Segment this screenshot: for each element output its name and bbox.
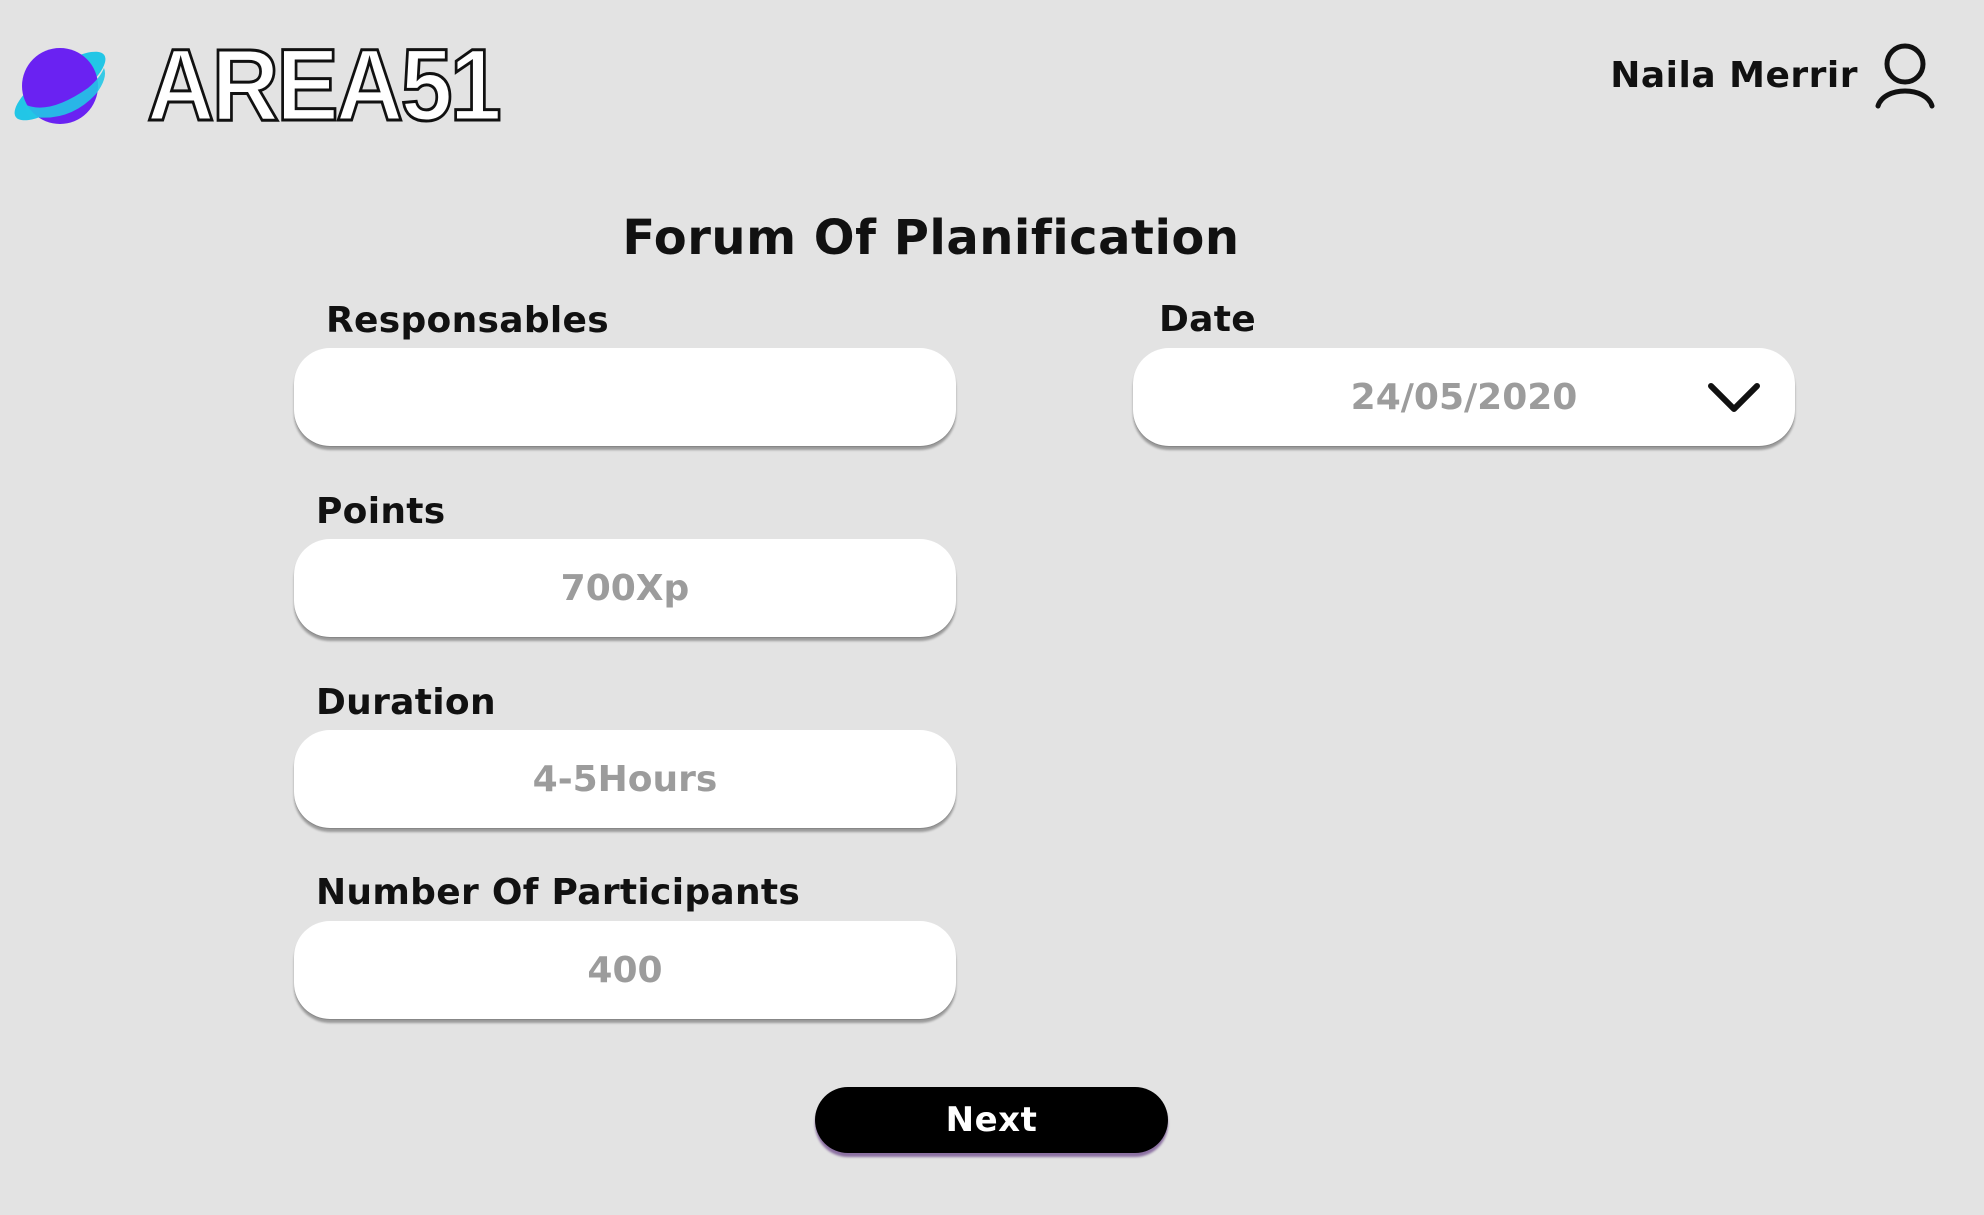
points-field[interactable] xyxy=(294,539,956,637)
user-menu[interactable]: Naila Merrir xyxy=(1610,40,1936,110)
participants-field[interactable] xyxy=(294,921,956,1019)
duration-field[interactable] xyxy=(294,730,956,828)
date-value: 24/05/2020 xyxy=(1350,376,1578,418)
planet-logo-icon[interactable] xyxy=(8,38,112,134)
date-dropdown[interactable]: 24/05/2020 xyxy=(1133,348,1795,446)
date-label: Date xyxy=(1159,299,1257,340)
points-label: Points xyxy=(316,491,446,532)
points-input[interactable] xyxy=(294,539,956,637)
user-name: Naila Merrir xyxy=(1610,54,1858,96)
duration-input[interactable] xyxy=(294,730,956,828)
page: AREA51 Naila Merrir Forum Of Planificati… xyxy=(0,0,1984,1215)
brand-name: AREA51 xyxy=(147,30,499,130)
chevron-down-icon[interactable] xyxy=(1707,380,1761,414)
brand-wordmark[interactable]: AREA51 xyxy=(145,27,505,144)
participants-input[interactable] xyxy=(294,921,956,1019)
page-title: Forum Of Planification xyxy=(622,210,1240,266)
duration-label: Duration xyxy=(316,682,496,723)
responsables-input[interactable] xyxy=(294,348,956,446)
next-button[interactable]: Next xyxy=(815,1087,1168,1153)
participants-label: Number Of Participants xyxy=(316,872,801,913)
responsables-label: Responsables xyxy=(326,300,609,341)
user-icon[interactable] xyxy=(1874,40,1936,110)
responsables-field[interactable] xyxy=(294,348,956,446)
